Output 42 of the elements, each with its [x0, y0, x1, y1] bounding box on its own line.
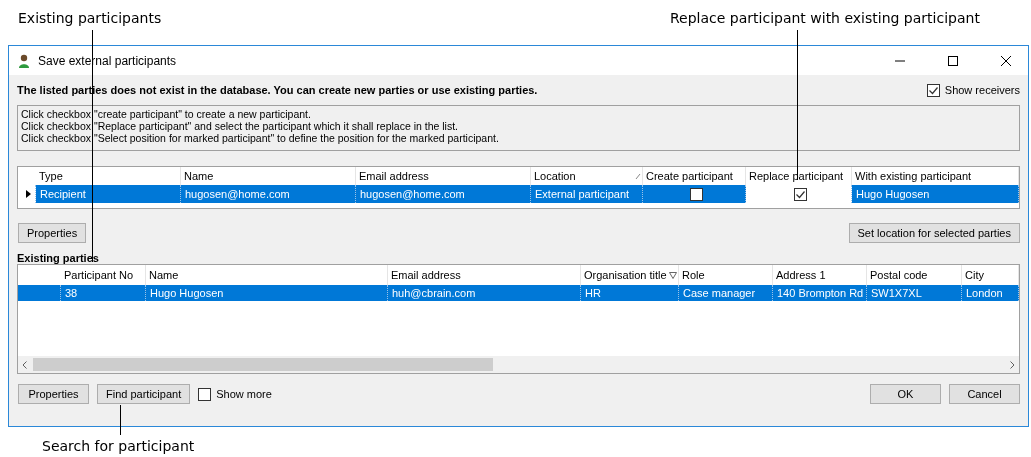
show-receivers-checkbox[interactable]: [926, 83, 940, 97]
table-cell: SW1X7XL: [867, 285, 962, 301]
maximize-icon[interactable]: [947, 55, 958, 66]
callout-label: Replace participant with existing participant: [670, 10, 980, 26]
instruction-line: Click checkbox "Select position for marked participant" to define the position for the marked participant.: [21, 132, 500, 144]
checkbox-label: Show more: [216, 388, 272, 400]
table-cell: Recipient: [36, 185, 181, 203]
sort-icon: [669, 271, 677, 279]
table-cell: Case manager: [679, 285, 773, 301]
table-cell: Hugo Hugosen: [852, 185, 1019, 203]
table-cell: hugosen@home.com: [181, 185, 356, 203]
replace-checkbox[interactable]: [794, 187, 807, 201]
person-icon: [18, 53, 30, 68]
table-cell: 38: [61, 285, 146, 301]
table-cell: London: [962, 285, 1019, 301]
instruction-line: Click checkbox "Replace participant" and select the participant which it shall replace in the list.: [21, 120, 459, 132]
callout-label: Existing participants: [18, 10, 162, 26]
show-more-checkbox[interactable]: [198, 387, 212, 401]
cancel-button[interactable]: Cancel: [949, 384, 1020, 404]
table-cell: External participant: [531, 185, 643, 203]
set-location-button[interactable]: Set location for selected parties: [848, 223, 1020, 243]
properties-button[interactable]: Properties: [18, 384, 89, 404]
row-pointer-icon: [26, 190, 31, 198]
row-header-cell[interactable]: [18, 285, 61, 301]
sort-icon: [635, 172, 641, 180]
callout-label: Search for participant: [42, 438, 195, 454]
chevron-left-icon[interactable]: [22, 360, 27, 369]
chevron-right-icon[interactable]: [1010, 360, 1015, 369]
ok-button[interactable]: OK: [870, 384, 941, 404]
table-cell: 140 Brompton Rd: [773, 285, 867, 301]
table-cell: HR: [581, 285, 679, 301]
create-checkbox[interactable]: [689, 187, 703, 201]
table-cell: huh@cbrain.com: [388, 285, 581, 301]
horizontal-scrollbar[interactable]: [18, 356, 1019, 373]
table-cell: Hugo Hugosen: [146, 285, 388, 301]
table-cell: hugosen@home.com: [356, 185, 531, 203]
checkbox-label: Show receivers: [944, 84, 1020, 96]
close-icon[interactable]: [1000, 55, 1011, 66]
find-participant-button[interactable]: Find participant: [97, 384, 191, 404]
instruction-line: Click checkbox "create participant" to create a new participant.: [21, 108, 312, 120]
leader-line: [120, 405, 121, 435]
properties-button[interactable]: Properties: [18, 223, 87, 243]
